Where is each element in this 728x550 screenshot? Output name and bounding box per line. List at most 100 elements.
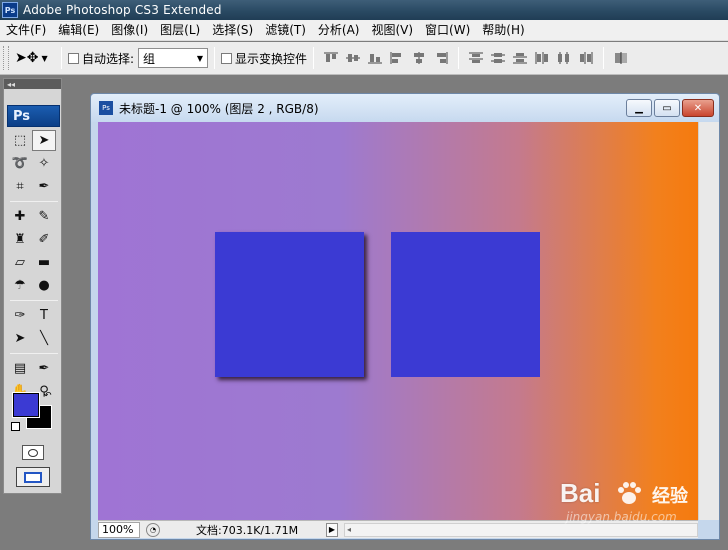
baidu-paw-icon — [618, 482, 641, 504]
tool-preset-picker[interactable]: ➤✥ ▼ — [15, 47, 55, 69]
app-title: Adobe Photoshop CS3 Extended — [23, 3, 222, 17]
photoshop-logo-icon: Ps — [2, 2, 18, 18]
zoom-level-field[interactable]: 100% — [98, 521, 140, 538]
menu-analysis[interactable]: 分析(A) — [312, 20, 366, 41]
distribute-vcenter-icon[interactable] — [488, 49, 508, 67]
distribute-hcenter-icon[interactable] — [554, 49, 574, 67]
blue-square[interactable] — [391, 232, 540, 377]
move-tool-icon[interactable]: ➤ — [32, 130, 56, 151]
document-title: 未标题-1 @ 100% (图层 2 , RGB/8) — [119, 101, 319, 116]
menu-select[interactable]: 选择(S) — [206, 20, 259, 41]
align-vcenter-icon[interactable] — [343, 49, 363, 67]
history-brush-tool-icon[interactable]: ✐ — [32, 229, 56, 250]
document-size-info: 文档:703.1K/1.71M — [196, 523, 299, 537]
dodge-tool-icon[interactable]: ● — [32, 275, 56, 296]
document-title-bar[interactable]: Ps 未标题-1 @ 100% (图层 2 , RGB/8) ▁ ▭ ✕ — [91, 94, 719, 122]
line-tool-icon[interactable]: ╲ — [32, 328, 56, 349]
type-tool-icon[interactable]: T — [32, 305, 56, 326]
chevron-down-icon: ▼ — [196, 53, 204, 63]
app-title-bar: Ps Adobe Photoshop CS3 Extended — [0, 0, 728, 20]
maximize-button[interactable]: ▭ — [654, 99, 680, 117]
path-selection-tool-icon[interactable]: ➤ — [8, 328, 32, 349]
show-transform-checkbox[interactable] — [221, 52, 233, 64]
auto-select-target-value: 组 — [143, 51, 156, 66]
auto-select-label: 自动选择: — [82, 51, 135, 66]
status-options-icon[interactable]: ◔ — [146, 522, 160, 537]
distribute-bottom-icon[interactable] — [510, 49, 530, 67]
close-button[interactable]: ✕ — [682, 99, 714, 117]
marquee-tool-icon[interactable]: ⬚ — [8, 130, 32, 151]
maximize-icon: ▭ — [662, 102, 672, 114]
distribute-right-icon[interactable] — [576, 49, 596, 67]
blue-square-shadowed[interactable] — [215, 232, 364, 377]
photoshop-badge[interactable]: Ps — [7, 105, 60, 127]
options-bar-grip[interactable] — [3, 46, 9, 70]
screen-mode-icon — [24, 471, 42, 483]
align-buttons — [320, 49, 452, 67]
align-right-icon[interactable] — [431, 49, 451, 67]
menu-edit[interactable]: 编辑(E) — [52, 20, 105, 41]
show-transform-label: 显示变换控件 — [235, 51, 308, 66]
watermark-url: jingyan.baidu.com — [566, 510, 677, 524]
distribute-top-icon[interactable] — [466, 49, 486, 67]
divider — [10, 353, 58, 354]
scroll-left-icon[interactable]: ◂ — [347, 525, 351, 534]
menu-window[interactable]: 窗口(W) — [419, 20, 476, 41]
menu-layer[interactable]: 图层(L) — [154, 20, 206, 41]
status-menu-arrow-icon[interactable]: ▶ — [326, 522, 338, 537]
auto-align-layers-icon[interactable] — [611, 49, 631, 67]
screen-mode-button[interactable] — [16, 467, 50, 487]
close-icon: ✕ — [693, 102, 703, 114]
watermark-brand: Bai — [560, 478, 601, 508]
default-colors-icon[interactable] — [11, 422, 20, 431]
healing-brush-tool-icon[interactable]: ✚ — [8, 206, 32, 227]
options-bar: ➤✥ ▼ 自动选择: 组 ▼ 显示变换控件 — [0, 42, 728, 75]
quick-mask-button[interactable] — [22, 445, 44, 460]
menu-bar: 文件(F) 编辑(E) 图像(I) 图层(L) 选择(S) 滤镜(T) 分析(A… — [0, 20, 728, 41]
auto-select-target-dropdown[interactable]: 组 ▼ — [138, 48, 209, 68]
brush-tool-icon[interactable]: ✎ — [32, 206, 56, 227]
foreground-color-swatch[interactable] — [12, 392, 40, 418]
blur-tool-icon[interactable]: ☂ — [8, 275, 32, 296]
tools-panel-header[interactable]: ◂◂ — [4, 79, 61, 89]
watermark-suffix: 经验 — [652, 486, 688, 507]
eraser-tool-icon[interactable]: ▱ — [8, 252, 32, 273]
divider — [10, 201, 58, 202]
menu-view[interactable]: 视图(V) — [365, 20, 419, 41]
divider — [61, 47, 62, 69]
align-top-icon[interactable] — [321, 49, 341, 67]
chevron-down-icon: ▼ — [41, 53, 48, 63]
distribute-left-icon[interactable] — [532, 49, 552, 67]
vertical-scrollbar[interactable] — [698, 122, 719, 520]
pen-tool-icon[interactable]: ✑ — [8, 305, 32, 326]
magic-wand-tool-icon[interactable]: ✧ — [32, 153, 56, 174]
lasso-tool-icon[interactable]: ➰ — [8, 153, 32, 174]
tools-panel: ◂◂ Ps ⬚ ➤ ➰ ✧ ⌗ ✒ ✚ ✎ ♜ ✐ ▱ ▬ ☂ ● ✑ T ➤ … — [3, 78, 62, 494]
distribute-buttons — [465, 49, 597, 67]
clone-stamp-tool-icon[interactable]: ♜ — [8, 229, 32, 250]
minimize-button[interactable]: ▁ — [626, 99, 652, 117]
eyedropper-tool-icon[interactable]: ✒ — [32, 358, 56, 379]
slice-tool-icon[interactable]: ✒ — [32, 176, 56, 197]
gradient-tool-icon[interactable]: ▬ — [32, 252, 56, 273]
align-hcenter-icon[interactable] — [409, 49, 429, 67]
divider — [603, 47, 605, 69]
menu-image[interactable]: 图像(I) — [105, 20, 154, 41]
auto-select-checkbox[interactable] — [68, 52, 79, 64]
swap-colors-icon[interactable]: ↶ — [44, 391, 52, 401]
divider — [458, 47, 460, 69]
minimize-icon: ▁ — [635, 102, 643, 114]
align-bottom-icon[interactable] — [365, 49, 385, 67]
quick-mask-icon — [28, 448, 38, 457]
menu-file[interactable]: 文件(F) — [0, 20, 52, 41]
move-tool-icon: ➤✥ — [15, 50, 39, 66]
menu-filter[interactable]: 滤镜(T) — [259, 20, 312, 41]
window-controls: ▁ ▭ ✕ — [624, 99, 714, 117]
notes-tool-icon[interactable]: ▤ — [8, 358, 32, 379]
align-left-icon[interactable] — [387, 49, 407, 67]
menu-help[interactable]: 帮助(H) — [476, 20, 530, 41]
tools-grid: ⬚ ➤ ➰ ✧ ⌗ ✒ ✚ ✎ ♜ ✐ ▱ ▬ ☂ ● ✑ T ➤ ╲ ▤ ✒ … — [8, 129, 60, 403]
canvas[interactable] — [98, 122, 698, 520]
color-swatches: ↶ — [11, 391, 59, 433]
crop-tool-icon[interactable]: ⌗ — [8, 176, 32, 197]
